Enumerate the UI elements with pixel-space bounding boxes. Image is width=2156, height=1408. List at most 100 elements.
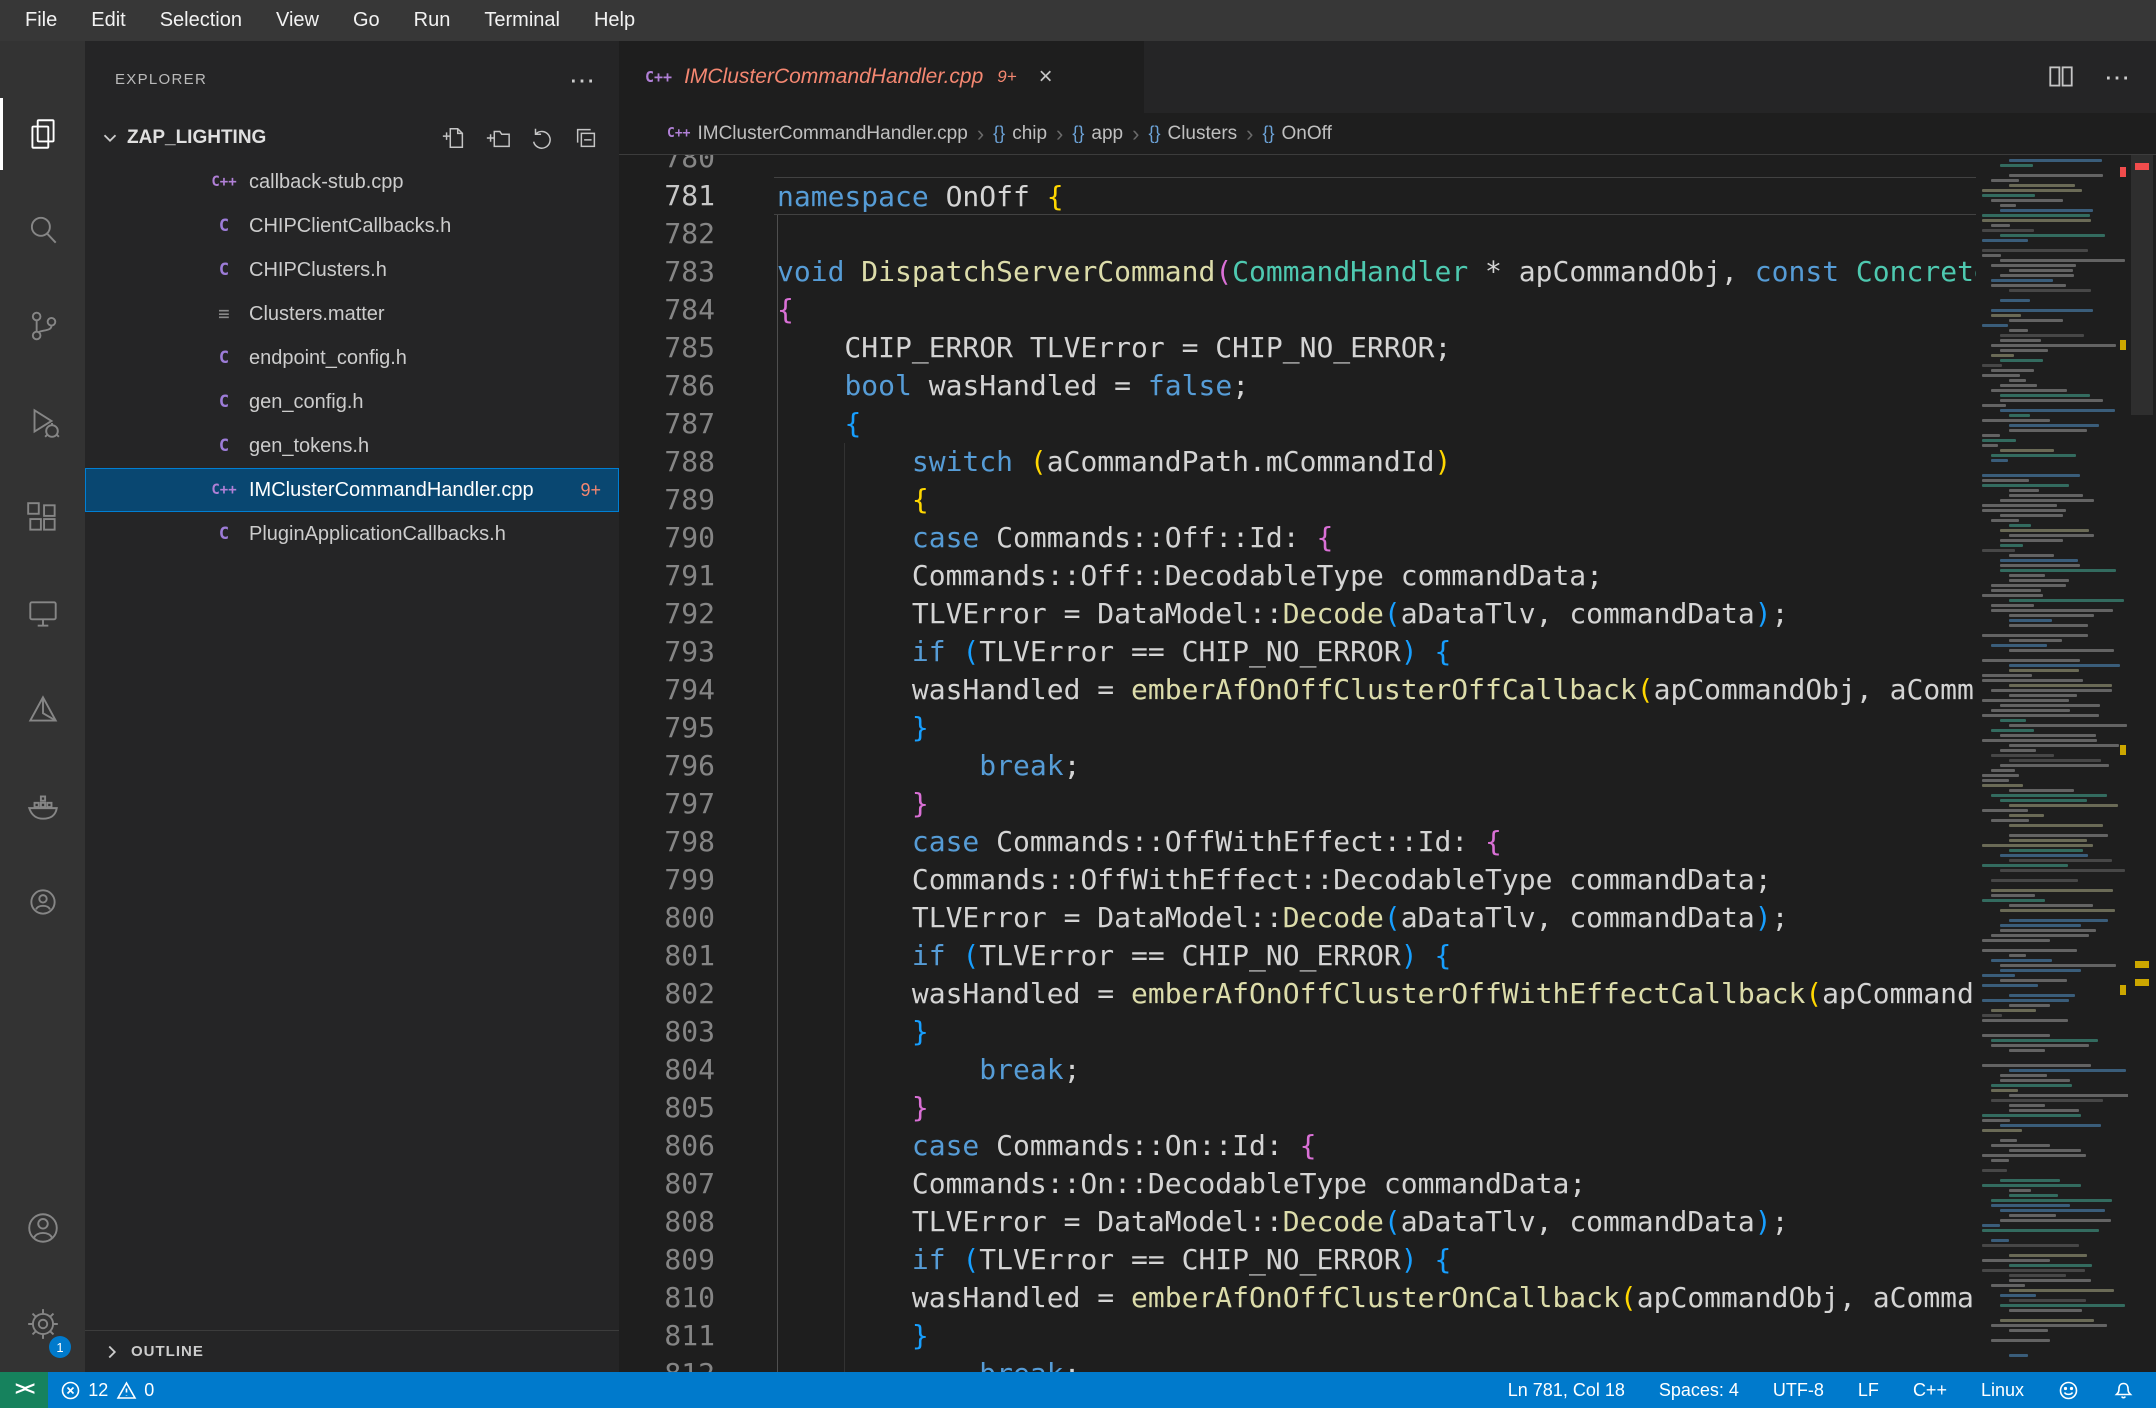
line-number[interactable]: 787 bbox=[619, 405, 715, 443]
code-line-797[interactable]: 797 } bbox=[619, 785, 2156, 823]
folder-header-zap-lighting[interactable]: ZAP_LIGHTING bbox=[85, 118, 619, 157]
remote-explorer-icon[interactable] bbox=[0, 566, 85, 662]
os-indicator[interactable]: Linux bbox=[1981, 1380, 2024, 1401]
code-line-text[interactable]: bool wasHandled = false; bbox=[774, 367, 1976, 405]
line-number[interactable]: 799 bbox=[619, 861, 715, 899]
code-line-text[interactable]: { bbox=[774, 291, 1976, 329]
code-line-787[interactable]: 787 { bbox=[619, 405, 2156, 443]
code-line-text[interactable]: wasHandled = emberAfOnOffClusterOffWithE… bbox=[774, 975, 1976, 1013]
code-line-text[interactable]: { bbox=[774, 481, 1976, 519]
code-line-788[interactable]: 788 switch (aCommandPath.mCommandId) bbox=[619, 443, 2156, 481]
code-line-804[interactable]: 804 break; bbox=[619, 1051, 2156, 1089]
file-row-endpoint-config-h[interactable]: Cendpoint_config.h bbox=[85, 336, 619, 380]
file-row-gen-config-h[interactable]: Cgen_config.h bbox=[85, 380, 619, 424]
code-line-text[interactable]: wasHandled = emberAfOnOffClusterOffCallb… bbox=[774, 671, 1976, 709]
line-number[interactable]: 782 bbox=[619, 215, 715, 253]
code-line-785[interactable]: 785 CHIP_ERROR TLVError = CHIP_NO_ERROR; bbox=[619, 329, 2156, 367]
line-number[interactable]: 794 bbox=[619, 671, 715, 709]
code-line-801[interactable]: 801 if (TLVError == CHIP_NO_ERROR) { bbox=[619, 937, 2156, 975]
collapse-all-icon[interactable] bbox=[573, 125, 599, 151]
line-number[interactable]: 785 bbox=[619, 329, 715, 367]
scrollbar-thumb[interactable] bbox=[2131, 155, 2153, 415]
code-line-text[interactable]: case Commands::Off::Id: { bbox=[774, 519, 1976, 557]
code-line-text[interactable]: CHIP_ERROR TLVError = CHIP_NO_ERROR; bbox=[774, 329, 1976, 367]
code-line-805[interactable]: 805 } bbox=[619, 1089, 2156, 1127]
refresh-icon[interactable] bbox=[529, 125, 555, 151]
indentation-status[interactable]: Spaces: 4 bbox=[1659, 1380, 1739, 1401]
code-line-793[interactable]: 793 if (TLVError == CHIP_NO_ERROR) { bbox=[619, 633, 2156, 671]
line-number[interactable]: 783 bbox=[619, 253, 715, 291]
code-line-809[interactable]: 809 if (TLVError == CHIP_NO_ERROR) { bbox=[619, 1241, 2156, 1279]
run-debug-icon[interactable] bbox=[0, 374, 85, 470]
code-editor[interactable]: 780 781 namespace OnOff {782 783 void Dispat… bbox=[619, 155, 2156, 1372]
eol-status[interactable]: LF bbox=[1858, 1380, 1879, 1401]
extensions-icon[interactable] bbox=[0, 470, 85, 566]
code-line-text[interactable]: case Commands::On::Id: { bbox=[774, 1127, 1976, 1165]
search-icon[interactable] bbox=[0, 182, 85, 278]
code-line-794[interactable]: 794 wasHandled = emberAfOnOffClusterOffC… bbox=[619, 671, 2156, 709]
code-line-783[interactable]: 783 void DispatchServerCommand(CommandHan… bbox=[619, 253, 2156, 291]
feedback-smiley-icon[interactable] bbox=[2058, 1380, 2079, 1401]
file-row-chipclusters-h[interactable]: C CHIPClusters.h bbox=[85, 248, 619, 292]
line-number[interactable]: 792 bbox=[619, 595, 715, 633]
cursor-position[interactable]: Ln 781, Col 18 bbox=[1508, 1380, 1625, 1401]
code-line-790[interactable]: 790 case Commands::Off::Id: { bbox=[619, 519, 2156, 557]
code-line-text[interactable]: case Commands::OffWithEffect::Id: { bbox=[774, 823, 1976, 861]
menu-item-terminal[interactable]: Terminal bbox=[467, 0, 577, 41]
line-number[interactable]: 802 bbox=[619, 975, 715, 1013]
explorer-icon[interactable] bbox=[0, 86, 85, 182]
code-line-text[interactable]: { bbox=[774, 405, 1976, 443]
code-line-text[interactable]: } bbox=[774, 785, 1976, 823]
line-number[interactable]: 812 bbox=[619, 1355, 715, 1372]
line-number[interactable]: 793 bbox=[619, 633, 715, 671]
code-line-text[interactable]: } bbox=[774, 1089, 1976, 1127]
settings-gear-icon[interactable]: 1 bbox=[0, 1276, 85, 1372]
line-number[interactable]: 788 bbox=[619, 443, 715, 481]
tab-close-icon[interactable]: × bbox=[1039, 63, 1053, 91]
cmake-icon[interactable] bbox=[0, 662, 85, 758]
code-line-text[interactable]: if (TLVError == CHIP_NO_ERROR) { bbox=[774, 1241, 1976, 1279]
account-icon[interactable] bbox=[0, 1180, 85, 1276]
problems-status[interactable]: 12 0 bbox=[48, 1372, 166, 1408]
file-row-gen-tokens-h[interactable]: Cgen_tokens.h bbox=[85, 424, 619, 468]
code-line-text[interactable]: TLVError = DataModel::Decode(aDataTlv, c… bbox=[774, 899, 1976, 937]
code-line-text[interactable]: break; bbox=[774, 1051, 1976, 1089]
line-number[interactable]: 811 bbox=[619, 1317, 715, 1355]
file-row-chipclientcallbacks-h[interactable]: C CHIPClientCallbacks.h bbox=[85, 204, 619, 248]
line-number[interactable]: 786 bbox=[619, 367, 715, 405]
editor-scrollbar[interactable] bbox=[2128, 155, 2156, 1372]
code-line-811[interactable]: 811 } bbox=[619, 1317, 2156, 1355]
line-number[interactable]: 801 bbox=[619, 937, 715, 975]
menu-item-view[interactable]: View bbox=[259, 0, 336, 41]
line-number[interactable]: 780 bbox=[619, 155, 715, 177]
breadcrumb-item-onoff[interactable]: {} OnOff bbox=[1262, 123, 1331, 145]
menu-item-selection[interactable]: Selection bbox=[143, 0, 259, 41]
code-line-text[interactable]: } bbox=[774, 1013, 1976, 1051]
code-line-text[interactable]: switch (aCommandPath.mCommandId) bbox=[774, 443, 1976, 481]
line-number[interactable]: 784 bbox=[619, 291, 715, 329]
code-line-786[interactable]: 786 bool wasHandled = false; bbox=[619, 367, 2156, 405]
code-line-800[interactable]: 800 TLVError = DataModel::Decode(aDataTl… bbox=[619, 899, 2156, 937]
code-line-812[interactable]: 812 break; bbox=[619, 1355, 2156, 1372]
menu-item-run[interactable]: Run bbox=[397, 0, 468, 41]
line-number[interactable]: 790 bbox=[619, 519, 715, 557]
code-line-803[interactable]: 803 } bbox=[619, 1013, 2156, 1051]
menu-item-go[interactable]: Go bbox=[336, 0, 397, 41]
code-line-text[interactable] bbox=[774, 155, 1976, 177]
code-line-text[interactable]: break; bbox=[774, 1355, 1976, 1372]
code-line-text[interactable]: Commands::OffWithEffect::DecodableType c… bbox=[774, 861, 1976, 899]
code-line-text[interactable]: TLVError = DataModel::Decode(aDataTlv, c… bbox=[774, 595, 1976, 633]
minimap[interactable] bbox=[1976, 155, 2128, 1372]
breadcrumb-item-clusters[interactable]: {} Clusters bbox=[1148, 123, 1237, 145]
code-line-806[interactable]: 806 case Commands::On::Id: { bbox=[619, 1127, 2156, 1165]
code-line-text[interactable]: Commands::Off::DecodableType commandData… bbox=[774, 557, 1976, 595]
code-line-781[interactable]: 781 namespace OnOff { bbox=[619, 177, 2156, 215]
code-line-799[interactable]: 799 Commands::OffWithEffect::DecodableTy… bbox=[619, 861, 2156, 899]
line-number[interactable]: 809 bbox=[619, 1241, 715, 1279]
line-number[interactable]: 796 bbox=[619, 747, 715, 785]
line-number[interactable]: 810 bbox=[619, 1279, 715, 1317]
code-line-796[interactable]: 796 break; bbox=[619, 747, 2156, 785]
breadcrumb-item-chip[interactable]: {} chip bbox=[993, 123, 1047, 145]
code-line-780[interactable]: 780 bbox=[619, 155, 2156, 177]
new-file-icon[interactable] bbox=[441, 125, 467, 151]
